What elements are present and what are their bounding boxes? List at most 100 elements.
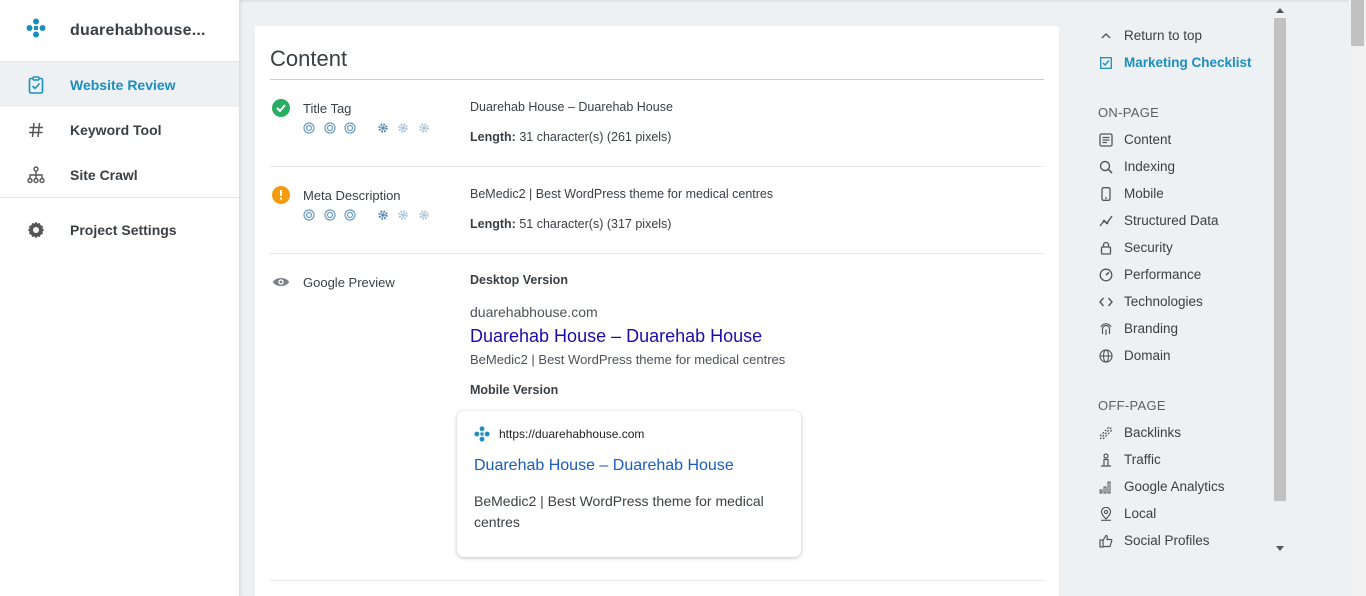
cog-icon: [418, 122, 430, 134]
scrollbar-thumb[interactable]: [1274, 18, 1286, 501]
meta-description-value: BeMedic2 | Best WordPress theme for medi…: [470, 187, 774, 201]
title-length: Length: 31 character(s) (261 pixels): [470, 130, 671, 144]
importance-difficulty-dots: [303, 122, 438, 134]
section-title: Content: [270, 46, 348, 71]
marketing-checklist-label: Marketing Checklist: [1124, 55, 1252, 70]
check-name: Meta Description: [303, 188, 401, 203]
nav-label: Keyword Tool: [70, 121, 162, 138]
nav-security[interactable]: Security: [1098, 234, 1268, 261]
cog-icon: [418, 209, 430, 221]
nav-label: Google Analytics: [1124, 479, 1225, 494]
section-nav-scrollbar[interactable]: [1272, 4, 1288, 556]
off-page-heading: OFF-PAGE: [1098, 398, 1166, 413]
target-icon: [344, 122, 356, 134]
brand[interactable]: duarehabhouse...: [0, 0, 239, 62]
nav-label: Local: [1124, 506, 1157, 521]
phone-icon: [1098, 186, 1114, 202]
desktop-title-link[interactable]: Duarehab House – Duarehab House: [470, 326, 762, 347]
nav-domain[interactable]: Domain: [1098, 342, 1268, 369]
nav-technologies[interactable]: Technologies: [1098, 288, 1268, 315]
nav-branding[interactable]: Branding: [1098, 315, 1268, 342]
nav-label: Content: [1124, 132, 1172, 147]
mobile-description: BeMedic2 | Best WordPress theme for medi…: [474, 493, 764, 530]
nav-keyword-tool[interactable]: Keyword Tool: [0, 107, 239, 152]
nav-label: Structured Data: [1124, 213, 1219, 228]
brand-logo-icon: [26, 18, 46, 43]
nav-social-profiles[interactable]: Social Profiles: [1098, 527, 1268, 554]
gauge-icon: [1098, 267, 1114, 283]
title-tag-row: Title Tag Duarehab House – Duarehab Hous…: [270, 80, 1044, 167]
mobile-url: https://duarehabhouse.com: [499, 427, 645, 441]
nav-label: Technologies: [1124, 294, 1203, 309]
nav-google-analytics[interactable]: Google Analytics: [1098, 473, 1268, 500]
location-pin-icon: [1098, 506, 1114, 522]
hash-icon: [26, 120, 46, 140]
person-icon: [1098, 452, 1114, 468]
title-tag-value: Duarehab House – Duarehab House: [470, 100, 673, 114]
divider: [0, 197, 239, 198]
desktop-url: duarehabhouse.com: [470, 304, 598, 320]
target-icon: [323, 122, 336, 134]
eye-icon: [272, 273, 290, 291]
chevron-up-icon: [1098, 28, 1114, 44]
document-icon: [1098, 132, 1114, 148]
page-scrollbar[interactable]: [1349, 0, 1366, 596]
meta-description-row: Meta Description BeMedic2 | Best WordPre…: [270, 167, 1044, 254]
gear-icon: [26, 220, 46, 240]
length-label: Length:: [470, 130, 516, 144]
nav-local[interactable]: Local: [1098, 500, 1268, 527]
warning-icon: [272, 186, 290, 204]
nav-mobile[interactable]: Mobile: [1098, 180, 1268, 207]
backlinks-icon: [1098, 425, 1114, 441]
marketing-checklist-link[interactable]: Marketing Checklist: [1098, 49, 1268, 76]
check-name: Google Preview: [303, 275, 395, 290]
section-nav: Return to top Marketing Checklist ON-PAG…: [1098, 22, 1268, 554]
mobile-version-label: Mobile Version: [470, 383, 559, 397]
nav-label: Social Profiles: [1124, 533, 1210, 548]
nav-traffic[interactable]: Traffic: [1098, 446, 1268, 473]
nav-site-crawl[interactable]: Site Crawl: [0, 152, 239, 197]
fingerprint-icon: [1098, 321, 1114, 337]
globe-icon: [1098, 348, 1114, 364]
nav-label: Security: [1124, 240, 1173, 255]
nav-label: Mobile: [1124, 186, 1164, 201]
meta-length: Length: 51 character(s) (317 pixels): [470, 217, 671, 231]
graph-icon: [1098, 213, 1114, 229]
nav-performance[interactable]: Performance: [1098, 261, 1268, 288]
length-label: Length:: [470, 217, 516, 231]
page-scrollbar-thumb[interactable]: [1351, 0, 1364, 46]
cog-icon: [377, 122, 389, 134]
nav-label: Project Settings: [70, 221, 177, 238]
nav-label: Branding: [1124, 321, 1179, 336]
target-icon: [303, 209, 315, 221]
mobile-title-link[interactable]: Duarehab House – Duarehab House: [474, 457, 734, 475]
sitemap-icon: [26, 165, 46, 185]
return-to-top-label: Return to top: [1124, 28, 1203, 43]
nav-label: Website Review: [70, 76, 176, 93]
scroll-up-arrow-icon[interactable]: [1276, 8, 1284, 13]
nav-structured-data[interactable]: Structured Data: [1098, 207, 1268, 234]
search-icon: [1098, 159, 1114, 175]
content-card: Content Title Tag Duarehab House – Duare…: [255, 26, 1059, 596]
nav-project-settings[interactable]: Project Settings: [0, 207, 239, 252]
nav-indexing[interactable]: Indexing: [1098, 153, 1268, 180]
nav-backlinks[interactable]: Backlinks: [1098, 419, 1268, 446]
nav-content[interactable]: Content: [1098, 126, 1268, 153]
sidebar: duarehabhouse... Website Review Keyword …: [0, 0, 240, 596]
mobile-preview-card: https://duarehabhouse.com Duarehab House…: [457, 411, 801, 557]
on-page-heading: ON-PAGE: [1098, 105, 1160, 120]
project-name: duarehabhouse...: [70, 21, 206, 39]
scroll-down-arrow-icon[interactable]: [1276, 546, 1284, 551]
nav-label: Domain: [1124, 348, 1171, 363]
cog-icon: [397, 122, 409, 134]
nav-website-review[interactable]: Website Review: [0, 62, 239, 107]
return-to-top-link[interactable]: Return to top: [1098, 22, 1268, 49]
favicon-icon: [474, 426, 490, 447]
length-value: 51 character(s) (317 pixels): [519, 217, 672, 231]
thumbs-up-icon: [1098, 533, 1114, 549]
check-icon: [272, 99, 290, 117]
bar-chart-icon: [1098, 479, 1114, 495]
nav-label: Indexing: [1124, 159, 1176, 174]
cog-icon: [397, 209, 409, 221]
cog-icon: [377, 209, 389, 221]
